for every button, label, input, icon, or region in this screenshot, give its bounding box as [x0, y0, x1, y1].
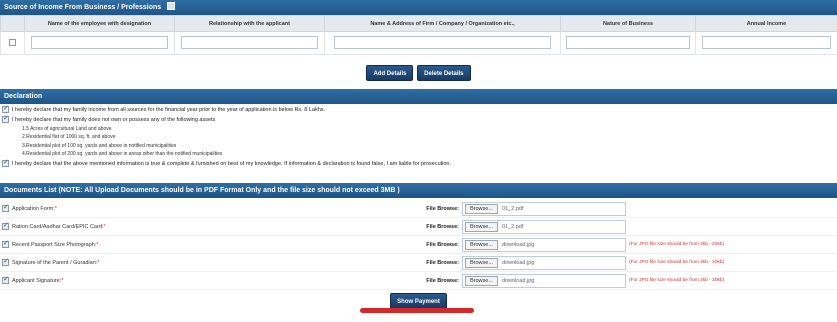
document-row-passport-photo: Recent Passport Size Photograph:* File B… — [0, 236, 837, 254]
file-name: 01_2.pdf — [501, 223, 524, 230]
required-marker: * — [54, 205, 57, 212]
required-marker: * — [103, 223, 106, 230]
document-label: Recent Passport Size Photograph: — [12, 241, 97, 248]
income-section-header: Source of Income From Business / Profess… — [0, 0, 837, 15]
column-header: Annual Income — [695, 15, 837, 32]
asset-item: 1.5 Acres of agricultural Land and above — [22, 126, 112, 132]
nature-of-business-input[interactable] — [566, 35, 690, 49]
browse-button[interactable]: Browse... — [465, 239, 498, 250]
declaration-truth-text: I hereby declare that the above mentione… — [12, 160, 452, 167]
required-marker: * — [61, 277, 64, 284]
table-row — [0, 31, 837, 55]
asset-item: 2.Residential flat of 1000 sq. ft. and a… — [22, 134, 116, 141]
relationship-input[interactable] — [180, 35, 319, 49]
file-input[interactable]: Browse... download.jpg — [462, 237, 626, 252]
document-label: Signature of the Parent / Guradian: — [12, 259, 98, 266]
file-browse-label: File Browse: — [426, 241, 459, 248]
document-row-applicant-signature: Applicant Signature:* File Browse: Brows… — [0, 272, 837, 290]
add-details-button[interactable]: Add Details — [366, 65, 414, 81]
document-label: Applicant Signature: — [12, 277, 62, 284]
truth-declaration-checkbox[interactable] — [2, 158, 9, 168]
column-header: Nature of Business — [560, 15, 696, 32]
declaration-header: Declaration — [0, 89, 837, 104]
assets-declaration-checkbox[interactable] — [2, 114, 9, 124]
file-name: download.jpg — [501, 277, 535, 284]
asset-item: 3.Residential plot of 100 sq. yards and … — [22, 142, 177, 149]
income-section-title: Source of Income From Business / Profess… — [4, 4, 162, 11]
show-payment-button[interactable]: Show Payment — [390, 293, 447, 309]
documents-header: Documents List (NOTE: All Upload Documen… — [0, 183, 837, 198]
file-browse-label: File Browse: — [426, 259, 459, 266]
file-size-note: (For JPG file size should be from 3kb - … — [629, 260, 725, 265]
column-header: Name of the employee with designation — [24, 15, 175, 32]
show-payment-area: Show Payment — [0, 290, 837, 313]
file-browse-label: File Browse: — [426, 223, 459, 230]
file-size-note: (For JPG file size should be from 3kb - … — [629, 242, 725, 247]
document-label: Application Form: — [12, 205, 55, 212]
document-checkbox[interactable] — [2, 239, 9, 248]
document-checkbox[interactable] — [2, 275, 9, 284]
browse-button[interactable]: Browse... — [465, 275, 498, 286]
file-input[interactable]: Browse... 01_2.pdf — [462, 201, 626, 216]
file-input[interactable]: Browse... download.jpg — [462, 255, 626, 270]
document-checkbox[interactable] — [2, 203, 9, 212]
delete-details-button[interactable]: Delete Details — [417, 65, 471, 81]
declaration-income-line: I hereby declare that my family income f… — [0, 104, 837, 115]
file-name: download.jpg — [501, 241, 535, 248]
file-input[interactable]: Browse... download.jpg — [462, 273, 626, 288]
document-label: Ration Card/Aadhar Card/EPIC Card: — [12, 223, 104, 230]
income-button-row: Add Details Delete Details — [0, 55, 837, 89]
document-checkbox[interactable] — [2, 257, 9, 266]
section-info-icon[interactable] — [167, 2, 176, 11]
firm-address-input[interactable] — [334, 35, 551, 49]
file-size-note: (For JPG file size should be from 3kb - … — [629, 278, 725, 283]
income-table: Name of the employee with designation Re… — [0, 15, 837, 55]
declaration-truth-line: I hereby declare that the above mentione… — [0, 158, 837, 169]
column-header: Relationship with the applicant — [174, 15, 325, 32]
documents-list: Application Form:* File Browse: Browse..… — [0, 198, 837, 290]
income-declaration-checkbox[interactable] — [2, 104, 9, 114]
file-name: 01_2.pdf — [501, 205, 524, 212]
declaration-title: Declaration — [4, 93, 43, 100]
file-input[interactable]: Browse... 01_2.pdf — [462, 219, 626, 234]
browse-button[interactable]: Browse... — [465, 257, 498, 268]
select-column-header — [0, 15, 25, 32]
declaration-assets-line: I hereby declare that my family does not… — [0, 114, 837, 125]
column-header: Name & Address of Firm / Company / Organ… — [324, 15, 561, 32]
document-row-ration-card: Ration Card/Aadhar Card/EPIC Card:* File… — [0, 218, 837, 236]
employee-name-input[interactable] — [30, 35, 169, 49]
annual-income-input[interactable] — [701, 35, 832, 49]
document-row-parent-signature: Signature of the Parent / Guradian:* Fil… — [0, 254, 837, 272]
declaration-body: I hereby declare that my family income f… — [0, 104, 837, 183]
documents-title: Documents List (NOTE: All Upload Documen… — [4, 187, 400, 194]
highlight-underline — [360, 308, 474, 313]
required-marker: * — [97, 259, 100, 266]
asset-item: 4.Residential plot of 200 sq. yards and … — [22, 151, 223, 158]
income-table-header-row: Name of the employee with designation Re… — [0, 15, 837, 32]
document-checkbox[interactable] — [2, 221, 9, 230]
file-browse-label: File Browse: — [426, 277, 459, 284]
row-select-checkbox[interactable] — [9, 39, 16, 47]
declaration-assets-text: I hereby declare that my family does not… — [12, 117, 216, 123]
required-marker: * — [96, 241, 99, 248]
file-browse-label: File Browse: — [426, 205, 459, 212]
declaration-income-text: I hereby declare that my family income f… — [12, 107, 326, 113]
file-name: download.jpg — [501, 259, 535, 266]
document-row-application-form: Application Form:* File Browse: Browse..… — [0, 200, 837, 218]
browse-button[interactable]: Browse... — [465, 203, 498, 214]
browse-button[interactable]: Browse... — [465, 221, 498, 232]
